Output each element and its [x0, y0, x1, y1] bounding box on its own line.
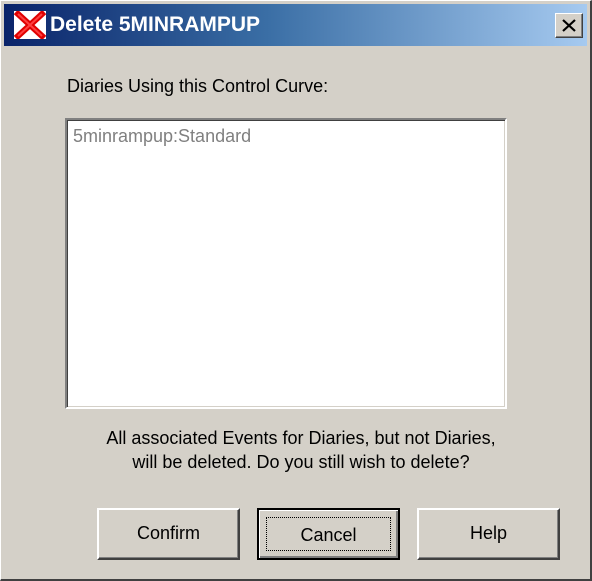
help-button[interactable]: Help: [417, 508, 560, 560]
list-item[interactable]: 5minrampup:Standard: [73, 126, 251, 147]
diaries-list-label: Diaries Using this Control Curve:: [67, 76, 329, 96]
close-button[interactable]: [555, 13, 583, 38]
confirm-button[interactable]: Confirm: [97, 508, 240, 560]
close-icon: [562, 19, 576, 32]
delete-warning-message: All associated Events for Diaries, but n…: [41, 426, 561, 474]
cancel-button[interactable]: Cancel: [257, 508, 400, 560]
title-bar[interactable]: Delete 5MINRAMPUP: [4, 4, 587, 46]
red-x-delete-icon: [13, 9, 47, 41]
delete-dialog: Delete 5MINRAMPUP Diaries Using this Con…: [0, 0, 592, 581]
cancel-button-label: Cancel: [266, 517, 391, 551]
message-line-2: will be deleted. Do you still wish to de…: [132, 452, 470, 472]
message-line-1: All associated Events for Diaries, but n…: [106, 428, 496, 448]
diaries-listbox[interactable]: 5minrampup:Standard: [65, 118, 507, 409]
dialog-title: Delete 5MINRAMPUP: [50, 13, 261, 36]
